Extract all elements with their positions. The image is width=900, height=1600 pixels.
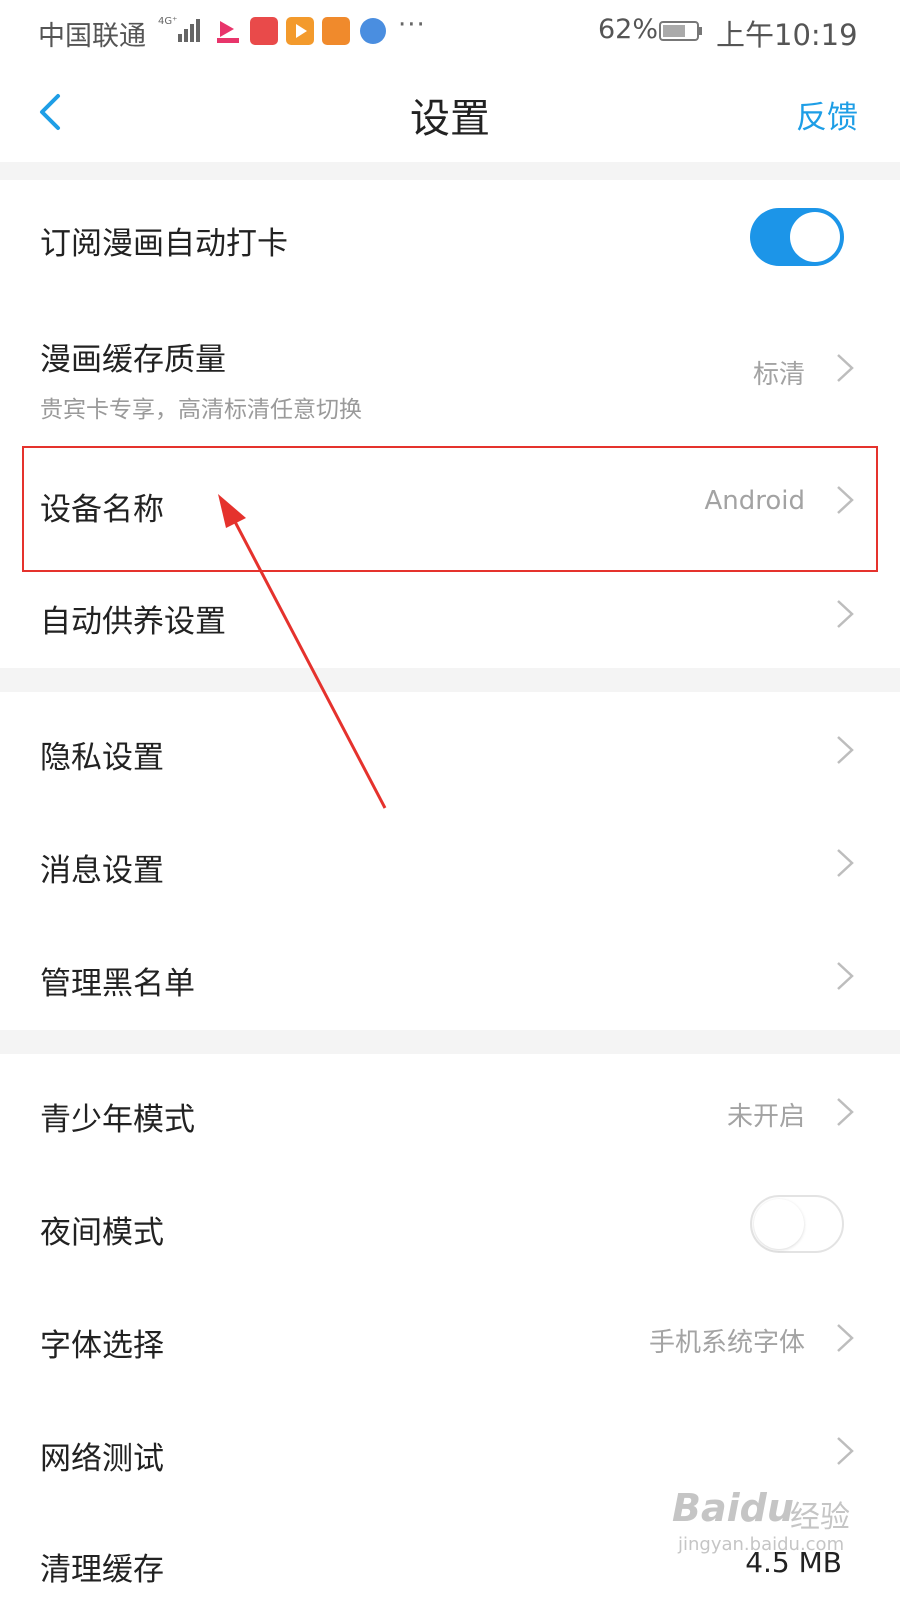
setting-label: 消息设置 xyxy=(40,853,164,889)
page-title: 设置 xyxy=(410,96,490,142)
setting-value: 未开启 xyxy=(726,1102,805,1132)
carrier-label: 中国联通 xyxy=(38,21,146,52)
clock: 上午10:19 xyxy=(716,18,858,52)
app-icon-browser xyxy=(360,18,386,44)
chevron-right-icon xyxy=(837,600,854,628)
app-icon-grid xyxy=(322,17,350,45)
setting-label: 字体选择 xyxy=(40,1328,164,1364)
chevron-right-icon xyxy=(837,1324,854,1352)
auto-checkin-toggle[interactable] xyxy=(750,208,844,266)
section-divider xyxy=(0,1030,900,1054)
battery-percent: 62% xyxy=(598,14,659,45)
setting-label: 夜间模式 xyxy=(40,1215,164,1251)
setting-row-messages[interactable]: 消息设置 xyxy=(0,805,900,918)
setting-label: 管理黑名单 xyxy=(40,966,195,1002)
setting-label: 自动供养设置 xyxy=(40,604,226,640)
battery-icon xyxy=(659,21,702,41)
more-notifications-icon: ··· xyxy=(398,10,426,40)
setting-label: 隐私设置 xyxy=(40,740,164,776)
setting-row-device-name[interactable]: 设备名称 Android xyxy=(0,446,900,572)
toggle-knob xyxy=(790,212,840,262)
watermark-url: jingyan.baidu.com xyxy=(678,1534,845,1555)
chevron-right-icon xyxy=(837,962,854,990)
setting-row-blacklist[interactable]: 管理黑名单 xyxy=(0,918,900,1030)
setting-sublabel: 贵宾卡专享，高清标清任意切换 xyxy=(40,397,362,423)
baidu-jingyan-watermark: Baidu 经验 jingyan.baidu.com xyxy=(672,1486,852,1566)
chevron-right-icon xyxy=(837,736,854,764)
setting-row-privacy[interactable]: 隐私设置 xyxy=(0,692,900,805)
setting-value: 标清 xyxy=(752,360,805,390)
feedback-button[interactable]: 反馈 xyxy=(796,92,858,137)
setting-label: 设备名称 xyxy=(40,492,164,528)
app-icon-video xyxy=(214,17,242,45)
setting-label: 订阅漫画自动打卡 xyxy=(40,226,288,262)
setting-row-auto-checkin[interactable]: 订阅漫画自动打卡 xyxy=(0,180,900,298)
setting-row-font[interactable]: 字体选择 手机系统字体 xyxy=(0,1280,900,1393)
setting-value: 手机系统字体 xyxy=(648,1328,805,1358)
setting-label: 网络测试 xyxy=(40,1441,164,1477)
signal-icon: 4G⁺ xyxy=(158,16,200,42)
setting-row-cache-quality[interactable]: 漫画缓存质量 贵宾卡专享，高清标清任意切换 标清 xyxy=(0,298,900,446)
night-mode-toggle[interactable] xyxy=(750,1195,844,1253)
chevron-right-icon xyxy=(837,486,854,514)
chevron-right-icon xyxy=(837,1098,854,1126)
watermark-label: 经验 xyxy=(790,1500,850,1535)
app-icon-play xyxy=(286,17,314,45)
section-divider xyxy=(0,668,900,692)
chevron-right-icon xyxy=(837,1437,854,1465)
status-bar: 中国联通 4G⁺ ··· 62% 上午10:19 xyxy=(0,0,900,62)
setting-label: 青少年模式 xyxy=(40,1102,195,1138)
setting-row-night-mode[interactable]: 夜间模式 xyxy=(0,1167,900,1280)
setting-label: 清理缓存 xyxy=(40,1552,164,1588)
top-nav-bar: 设置 反馈 xyxy=(0,62,900,162)
app-icon-store xyxy=(250,17,278,45)
setting-value: Android xyxy=(704,486,805,516)
section-divider xyxy=(0,162,900,180)
chevron-right-icon xyxy=(837,354,854,382)
setting-label: 漫画缓存质量 xyxy=(40,342,226,378)
toggle-knob xyxy=(754,1199,804,1249)
setting-row-auto-support[interactable]: 自动供养设置 xyxy=(0,572,900,668)
svg-text:4G⁺: 4G⁺ xyxy=(158,16,177,27)
chevron-right-icon xyxy=(837,849,854,877)
setting-row-teen-mode[interactable]: 青少年模式 未开启 xyxy=(0,1054,900,1167)
watermark-logo: Baidu xyxy=(672,1486,794,1530)
